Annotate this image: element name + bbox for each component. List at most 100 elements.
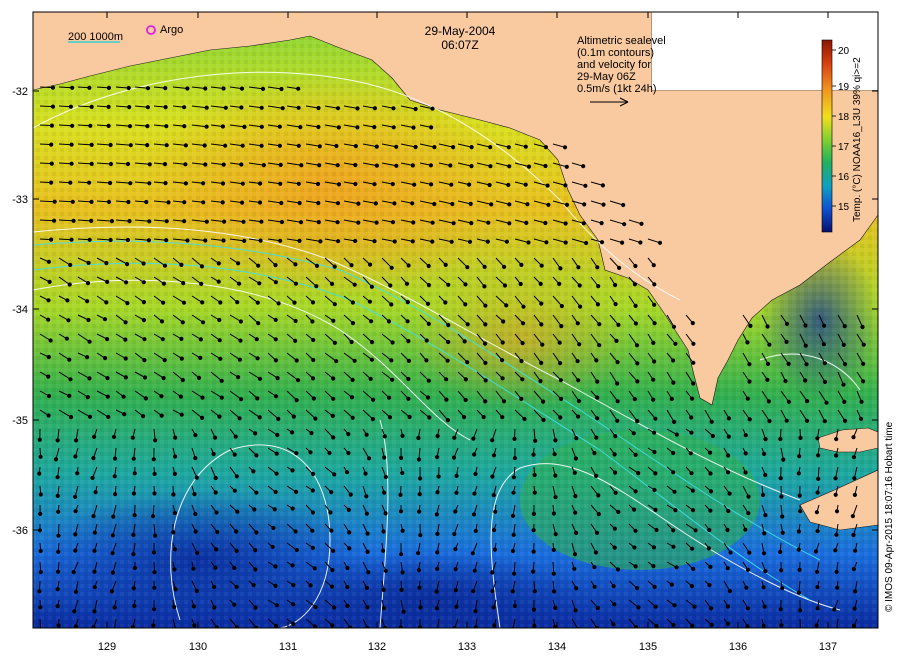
velocity-arrowhead	[424, 358, 429, 363]
velocity-arrowhead	[89, 142, 94, 147]
velocity-arrowhead	[382, 455, 387, 460]
velocity-arrowhead	[559, 324, 564, 329]
velocity-arrowhead	[251, 583, 256, 588]
lat-tick-label: -35	[12, 415, 28, 427]
velocity-arrowhead	[709, 419, 714, 424]
velocity-arrowhead	[445, 418, 450, 423]
velocity-arrowhead	[294, 489, 299, 494]
velocity-arrowhead	[725, 566, 730, 571]
velocity-arrowhead	[511, 475, 517, 480]
velocity-arrowhead	[162, 263, 168, 268]
velocity-arrowhead	[500, 415, 505, 420]
velocity-arrowhead	[92, 569, 97, 574]
velocity-arrowhead	[546, 202, 551, 207]
velocity-arrowhead	[381, 587, 386, 593]
velocity-arrowhead	[367, 299, 372, 304]
velocity-arrowhead	[236, 375, 241, 380]
velocity-arrowhead	[504, 239, 509, 244]
velocity-arrowhead	[639, 221, 644, 226]
velocity-arrowhead	[164, 219, 169, 224]
velocity-arrowhead	[780, 586, 785, 591]
velocity-arrowhead	[631, 431, 636, 436]
velocity-arrowhead	[654, 527, 659, 533]
velocity-arrowhead	[551, 511, 557, 516]
velocity-arrowhead	[73, 532, 78, 537]
velocity-arrowhead	[46, 317, 51, 322]
velocity-arrowhead	[212, 585, 217, 590]
velocity-arrowhead	[523, 144, 528, 149]
velocity-arrowhead	[291, 621, 296, 627]
velocity-arrowhead	[394, 163, 399, 168]
velocity-arrowhead	[490, 438, 495, 443]
velocity-arrowhead	[331, 396, 336, 401]
velocity-arrowhead	[56, 623, 61, 628]
velocity-arrowhead	[761, 551, 767, 556]
velocity-arrowhead	[131, 456, 136, 461]
velocity-arrowhead	[310, 488, 315, 493]
velocity-arrowhead	[108, 237, 113, 243]
velocity-arrowhead	[592, 451, 597, 456]
velocity-arrowhead	[86, 260, 91, 265]
velocity-arrowhead	[273, 489, 278, 495]
velocity-arrowhead	[290, 468, 295, 473]
velocity-arrowhead	[49, 142, 54, 147]
velocity-arrowhead	[652, 321, 657, 326]
velocity-arrowhead	[778, 549, 783, 555]
velocity-arrowhead	[426, 263, 431, 269]
velocity-arrowhead	[50, 104, 56, 109]
velocity-arrowhead	[349, 395, 355, 400]
velocity-arrowhead	[615, 381, 620, 386]
velocity-arrowhead	[66, 318, 71, 323]
velocity-arrowhead	[166, 200, 171, 205]
velocity-arrowhead	[38, 605, 43, 610]
velocity-arrowhead	[332, 302, 337, 307]
velocity-arrowhead	[803, 343, 808, 348]
velocity-arrowhead	[141, 300, 146, 305]
velocity-arrowhead	[538, 379, 543, 384]
velocity-arrowhead	[450, 201, 455, 207]
velocity-arrowhead	[781, 457, 786, 462]
velocity-arrowhead	[390, 220, 396, 225]
velocity-arrowhead	[490, 589, 495, 594]
velocity-arrowhead	[387, 415, 393, 420]
velocity-arrowhead	[291, 602, 296, 607]
velocity-arrowhead	[161, 281, 166, 286]
velocity-arrowhead	[127, 105, 132, 110]
map-figure: 129 130 131 132 133 134 135 136 137 -32 -33 -34 -35…	[12, 11, 895, 653]
velocity-arrowhead	[612, 452, 617, 457]
velocity-arrowhead	[279, 86, 284, 92]
velocity-arrowhead	[318, 239, 323, 244]
velocity-arrowhead	[310, 300, 316, 305]
velocity-arrowhead	[308, 450, 313, 455]
velocity-arrowhead	[258, 181, 263, 186]
velocity-arrowhead	[463, 302, 468, 307]
velocity-arrowhead	[311, 396, 316, 401]
velocity-arrowhead	[87, 339, 92, 344]
velocity-arrowhead	[364, 511, 369, 516]
velocity-arrowhead	[55, 493, 60, 498]
velocity-arrowhead	[832, 607, 837, 612]
velocity-arrowhead	[280, 106, 285, 111]
velocity-arrowhead	[239, 105, 244, 110]
velocity-arrowhead	[725, 604, 731, 609]
velocity-arrowhead	[411, 125, 416, 130]
velocity-arrowhead	[834, 437, 839, 442]
velocity-arrowhead	[526, 240, 531, 245]
velocity-arrowhead	[142, 358, 147, 363]
velocity-arrowhead	[291, 583, 296, 588]
velocity-arrowhead	[144, 199, 149, 205]
velocity-arrowhead	[833, 548, 838, 553]
velocity-arrowhead	[296, 378, 301, 383]
velocity-arrowhead	[191, 566, 196, 571]
velocity-arrowhead	[49, 161, 54, 166]
velocity-arrowhead	[652, 449, 657, 455]
velocity-arrowhead	[293, 262, 298, 267]
velocity-arrowhead	[48, 338, 53, 343]
velocity-arrowhead	[182, 105, 187, 110]
velocity-arrowhead	[612, 526, 617, 531]
velocity-arrowhead	[539, 263, 544, 268]
velocity-arrowhead	[511, 490, 516, 495]
velocity-arrowhead	[708, 489, 714, 494]
velocity-arrowhead	[815, 585, 820, 590]
velocity-arrowhead	[194, 475, 199, 480]
